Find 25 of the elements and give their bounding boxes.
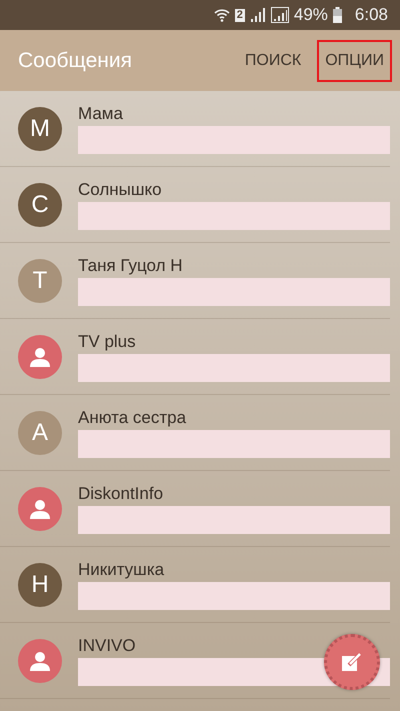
- signal-icon: [270, 7, 289, 23]
- contact-name[interactable]: Таня Гуцол Н: [78, 256, 183, 276]
- contact-name[interactable]: Мама: [78, 104, 123, 124]
- action-button[interactable]: ПОИСК: [236, 40, 310, 82]
- contact-name[interactable]: Солнышко: [78, 180, 162, 200]
- clock: 6:08: [354, 5, 388, 25]
- battery-icon: [332, 7, 342, 23]
- contact-name[interactable]: TV plus: [78, 332, 136, 352]
- contact-name[interactable]: DiskontInfo: [78, 484, 164, 504]
- compose-icon: [341, 651, 363, 673]
- compose-button[interactable]: [324, 634, 380, 690]
- contact-name[interactable]: Анюта сестра: [78, 408, 186, 428]
- contact-avatar: М: [18, 106, 62, 150]
- action-button[interactable]: ОПЦИИ: [317, 40, 392, 82]
- battery-percent: 49%: [294, 5, 328, 25]
- contact-avatar: Т: [18, 258, 62, 302]
- contact-name[interactable]: INVIVO: [78, 636, 136, 656]
- wifi-icon: [214, 8, 230, 22]
- screen-title: Сообщения: [18, 48, 133, 72]
- sim-badge: 2: [234, 8, 245, 22]
- contact-name[interactable]: Никитушка: [78, 560, 164, 580]
- contact-avatar: А: [18, 410, 62, 454]
- contact-avatar: С: [18, 182, 62, 226]
- signal-icon: [250, 8, 266, 22]
- contact-avatar: Н: [18, 562, 62, 606]
